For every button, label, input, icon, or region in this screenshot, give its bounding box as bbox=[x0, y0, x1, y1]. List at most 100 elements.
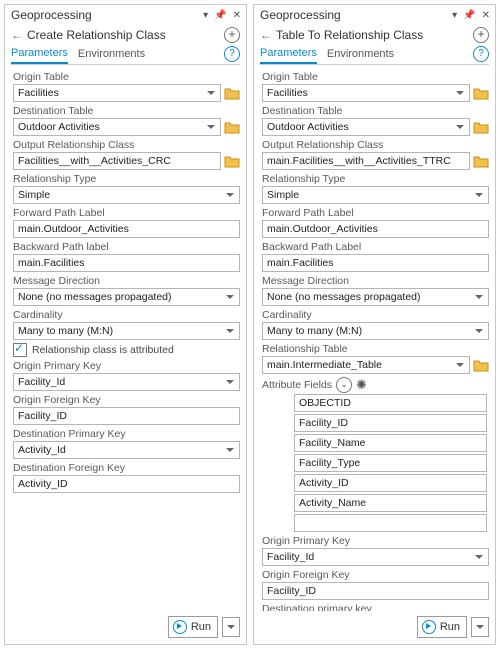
attr-fields-list: OBJECTID Facility_ID Facility_Name Facil… bbox=[294, 394, 487, 532]
caret-down-icon[interactable]: ▾ bbox=[203, 10, 208, 21]
browse-icon[interactable] bbox=[473, 119, 489, 135]
tabs-row: Parameters Environments ? bbox=[254, 44, 495, 64]
run-menu-button[interactable] bbox=[222, 617, 240, 637]
opk-select[interactable]: Facility_Id bbox=[13, 373, 240, 391]
help-icon[interactable]: ? bbox=[224, 46, 240, 62]
attr-fields-label: Attribute Fields ⌄ ✺ bbox=[262, 377, 489, 393]
browse-icon[interactable] bbox=[473, 85, 489, 101]
run-button[interactable]: Run bbox=[168, 616, 218, 638]
caret-down-icon[interactable]: ▾ bbox=[452, 10, 457, 21]
collapse-icon[interactable]: ⌄ bbox=[336, 377, 352, 393]
rel-type-select[interactable]: Simple bbox=[13, 186, 240, 204]
origin-table-select[interactable]: Facilities bbox=[262, 84, 470, 102]
ofk-input[interactable]: Facility_ID bbox=[13, 407, 240, 425]
attributed-checkbox[interactable] bbox=[13, 343, 27, 357]
destination-table-label: Destination Table bbox=[262, 105, 489, 117]
attr-field-item[interactable]: Facility_Type bbox=[294, 454, 487, 472]
help-icon[interactable]: ? bbox=[473, 46, 489, 62]
run-label: Run bbox=[191, 621, 211, 633]
fwd-label-label: Forward Path Label bbox=[262, 207, 489, 219]
add-tool-icon[interactable]: + bbox=[473, 27, 489, 43]
dpk-select[interactable]: Activity_Id bbox=[13, 441, 240, 459]
dpk-label: Destination Primary Key bbox=[13, 428, 240, 440]
dfk-input[interactable]: Activity_ID bbox=[13, 475, 240, 493]
attributed-checkbox-row[interactable]: Relationship class is attributed bbox=[13, 343, 240, 357]
back-arrow-icon[interactable]: ← bbox=[260, 28, 272, 42]
card-select[interactable]: Many to many (M:N) bbox=[262, 322, 489, 340]
tab-parameters[interactable]: Parameters bbox=[11, 44, 68, 64]
browse-icon[interactable] bbox=[473, 153, 489, 169]
tool-header: ← Create Relationship Class + bbox=[5, 24, 246, 44]
close-icon[interactable]: ✕ bbox=[233, 10, 241, 21]
opk-label: Origin Primary Key bbox=[13, 360, 240, 372]
rel-type-select[interactable]: Simple bbox=[262, 186, 489, 204]
bwd-label-input[interactable]: main.Facilities bbox=[262, 254, 489, 272]
dpk-label: Destination primary key bbox=[262, 603, 489, 611]
tab-environments[interactable]: Environments bbox=[327, 45, 394, 63]
msg-dir-select[interactable]: None (no messages propagated) bbox=[13, 288, 240, 306]
opk-select[interactable]: Facility_Id bbox=[262, 548, 489, 566]
close-icon[interactable]: ✕ bbox=[482, 10, 490, 21]
destination-table-label: Destination Table bbox=[13, 105, 240, 117]
bwd-label-label: Backward Path Label bbox=[262, 241, 489, 253]
browse-icon[interactable] bbox=[224, 153, 240, 169]
pin-icon[interactable]: 📌 bbox=[463, 10, 475, 21]
output-rc-input[interactable]: main.Facilities__with__Activities_TTRC bbox=[262, 152, 470, 170]
rel-type-label: Relationship Type bbox=[262, 173, 489, 185]
dfk-label: Destination Foreign Key bbox=[13, 462, 240, 474]
rel-table-label: Relationship Table bbox=[262, 343, 489, 355]
opk-label: Origin Primary Key bbox=[262, 535, 489, 547]
origin-table-select[interactable]: Facilities bbox=[13, 84, 221, 102]
attributed-label: Relationship class is attributed bbox=[32, 344, 174, 356]
tab-environments[interactable]: Environments bbox=[78, 45, 145, 63]
browse-icon[interactable] bbox=[224, 119, 240, 135]
add-tool-icon[interactable]: + bbox=[224, 27, 240, 43]
ofk-label: Origin Foreign Key bbox=[262, 569, 489, 581]
tool-header: ← Table To Relationship Class + bbox=[254, 24, 495, 44]
bwd-label-input[interactable]: main.Facilities bbox=[13, 254, 240, 272]
fwd-label-input[interactable]: main.Outdoor_Activities bbox=[262, 220, 489, 238]
msg-dir-label: Message Direction bbox=[13, 275, 240, 287]
output-rc-input[interactable]: Facilities__with__Activities_CRC bbox=[13, 152, 221, 170]
msg-dir-select[interactable]: None (no messages propagated) bbox=[262, 288, 489, 306]
play-icon bbox=[422, 620, 436, 634]
attr-field-item[interactable]: Activity_Name bbox=[294, 494, 487, 512]
browse-icon[interactable] bbox=[473, 357, 489, 373]
rel-table-select[interactable]: main.Intermediate_Table bbox=[262, 356, 470, 374]
attr-field-item-empty[interactable] bbox=[294, 514, 487, 532]
bwd-label-label: Backward Path label bbox=[13, 241, 240, 253]
attr-field-item[interactable]: OBJECTID bbox=[294, 394, 487, 412]
card-select[interactable]: Many to many (M:N) bbox=[13, 322, 240, 340]
destination-table-select[interactable]: Outdoor Activities bbox=[262, 118, 470, 136]
browse-icon[interactable] bbox=[224, 85, 240, 101]
run-button[interactable]: Run bbox=[417, 616, 467, 638]
origin-table-label: Origin Table bbox=[13, 71, 240, 83]
output-rc-label: Output Relationship Class bbox=[13, 139, 240, 151]
tab-parameters[interactable]: Parameters bbox=[260, 44, 317, 64]
tabs-row: Parameters Environments ? bbox=[5, 44, 246, 64]
pane-title: Geoprocessing bbox=[260, 8, 341, 22]
origin-table-label: Origin Table bbox=[262, 71, 489, 83]
pin-icon[interactable]: 📌 bbox=[214, 10, 226, 21]
pane-header: Geoprocessing ▾ 📌 ✕ bbox=[254, 5, 495, 24]
fwd-label-label: Forward Path Label bbox=[13, 207, 240, 219]
gear-icon[interactable]: ✺ bbox=[356, 378, 367, 392]
attr-field-item[interactable]: Facility_Name bbox=[294, 434, 487, 452]
destination-table-select[interactable]: Outdoor Activities bbox=[13, 118, 221, 136]
back-arrow-icon[interactable]: ← bbox=[11, 28, 23, 42]
pane-table-to-relationship-class: Geoprocessing ▾ 📌 ✕ ← Table To Relations… bbox=[253, 4, 496, 645]
output-rc-label: Output Relationship Class bbox=[262, 139, 489, 151]
run-label: Run bbox=[440, 621, 460, 633]
ofk-input[interactable]: Facility_ID bbox=[262, 582, 489, 600]
pane-header: Geoprocessing ▾ 📌 ✕ bbox=[5, 5, 246, 24]
attr-field-item[interactable]: Facility_ID bbox=[294, 414, 487, 432]
run-menu-button[interactable] bbox=[471, 617, 489, 637]
pane-create-relationship-class: Geoprocessing ▾ 📌 ✕ ← Create Relationshi… bbox=[4, 4, 247, 645]
card-label: Cardinality bbox=[262, 309, 489, 321]
tool-title: Create Relationship Class bbox=[27, 28, 224, 42]
attr-field-item[interactable]: Activity_ID bbox=[294, 474, 487, 492]
tool-title: Table To Relationship Class bbox=[276, 28, 473, 42]
card-label: Cardinality bbox=[13, 309, 240, 321]
play-icon bbox=[173, 620, 187, 634]
fwd-label-input[interactable]: main.Outdoor_Activities bbox=[13, 220, 240, 238]
